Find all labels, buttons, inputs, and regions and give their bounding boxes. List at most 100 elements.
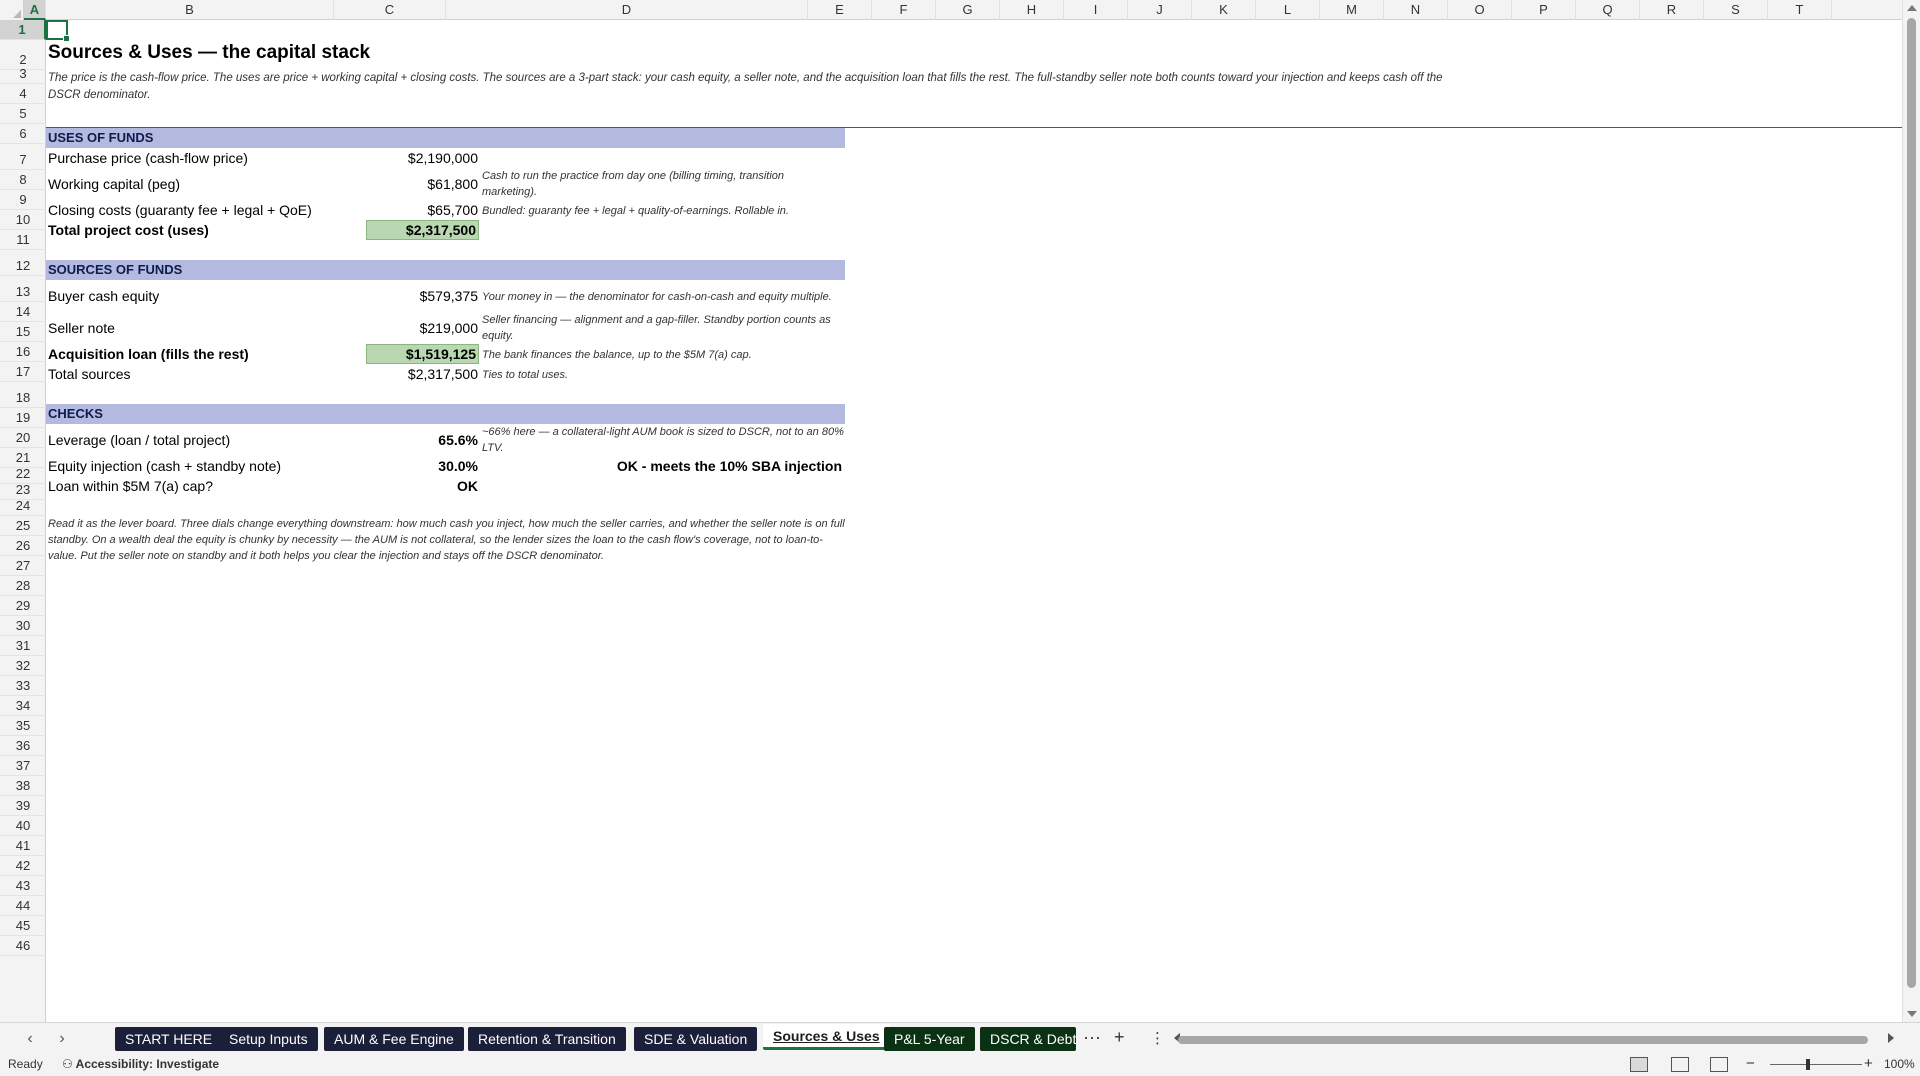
row-header-30[interactable]: 30 bbox=[0, 616, 46, 636]
row-header-8[interactable]: 8 bbox=[0, 170, 46, 190]
normal-view-icon[interactable] bbox=[1630, 1057, 1648, 1072]
row-header-12[interactable]: 12 bbox=[0, 250, 46, 276]
tab-aum-fee-engine[interactable]: AUM & Fee Engine bbox=[324, 1027, 464, 1051]
row-header-4[interactable]: 4 bbox=[0, 84, 46, 104]
row-header-27[interactable]: 27 bbox=[0, 556, 46, 576]
column-header-r[interactable]: R bbox=[1640, 0, 1704, 20]
row-header-25[interactable]: 25 bbox=[0, 516, 46, 536]
row-header-24[interactable]: 24 bbox=[0, 498, 46, 516]
equity-injection-value[interactable]: 30.0% bbox=[366, 458, 478, 474]
tab-sde-valuation[interactable]: SDE & Valuation bbox=[634, 1027, 758, 1051]
row-header-9[interactable]: 9 bbox=[0, 190, 46, 210]
row-header-31[interactable]: 31 bbox=[0, 636, 46, 656]
row-header-32[interactable]: 32 bbox=[0, 656, 46, 676]
leverage-value[interactable]: 65.6% bbox=[366, 432, 478, 448]
column-header-a[interactable]: A bbox=[24, 0, 46, 20]
zoom-in-icon[interactable]: + bbox=[1864, 1055, 1873, 1072]
zoom-out-icon[interactable]: − bbox=[1746, 1055, 1755, 1072]
row-header-37[interactable]: 37 bbox=[0, 756, 46, 776]
worksheet-grid[interactable]: Sources & Uses — the capital stack The p… bbox=[46, 20, 1902, 1022]
row-header-11[interactable]: 11 bbox=[0, 230, 46, 250]
zoom-level[interactable]: 100% bbox=[1884, 1057, 1915, 1071]
vertical-scrollbar[interactable] bbox=[1902, 0, 1920, 1022]
column-header-j[interactable]: J bbox=[1128, 0, 1192, 20]
tab-retention-transition[interactable]: Retention & Transition bbox=[468, 1027, 626, 1051]
row-header-36[interactable]: 36 bbox=[0, 736, 46, 756]
more-tabs-icon[interactable]: ··· bbox=[1083, 1027, 1101, 1048]
zoom-slider[interactable] bbox=[1770, 1064, 1862, 1065]
column-header-l[interactable]: L bbox=[1256, 0, 1320, 20]
column-header-d[interactable]: D bbox=[446, 0, 808, 20]
tab-dscr-debt[interactable]: DSCR & Debt bbox=[980, 1027, 1076, 1051]
row-header-46[interactable]: 46 bbox=[0, 936, 46, 956]
row-header-13[interactable]: 13 bbox=[0, 276, 46, 302]
tab-scroll-left-icon[interactable]: ‹ bbox=[20, 1029, 40, 1049]
row-header-28[interactable]: 28 bbox=[0, 576, 46, 596]
row-header-33[interactable]: 33 bbox=[0, 676, 46, 696]
column-header-n[interactable]: N bbox=[1384, 0, 1448, 20]
row-header-18[interactable]: 18 bbox=[0, 382, 46, 408]
row-header-5[interactable]: 5 bbox=[0, 104, 46, 124]
tab-pl-5-year[interactable]: P&L 5-Year bbox=[884, 1027, 975, 1051]
row-header-41[interactable]: 41 bbox=[0, 836, 46, 856]
buyer-equity-value[interactable]: $579,375 bbox=[366, 288, 478, 304]
column-header-p[interactable]: P bbox=[1512, 0, 1576, 20]
row-header-42[interactable]: 42 bbox=[0, 856, 46, 876]
row-header-21[interactable]: 21 bbox=[0, 448, 46, 468]
select-all-button[interactable] bbox=[0, 0, 24, 20]
row-header-40[interactable]: 40 bbox=[0, 816, 46, 836]
column-header-b[interactable]: B bbox=[46, 0, 334, 20]
column-header-o[interactable]: O bbox=[1448, 0, 1512, 20]
row-header-39[interactable]: 39 bbox=[0, 796, 46, 816]
scroll-down-icon[interactable] bbox=[1907, 1011, 1917, 1017]
vertical-scroll-thumb[interactable] bbox=[1907, 18, 1916, 988]
column-header-t[interactable]: T bbox=[1768, 0, 1832, 20]
working-capital-value[interactable]: $61,800 bbox=[366, 176, 478, 192]
column-header-f[interactable]: F bbox=[872, 0, 936, 20]
hscroll-right-icon[interactable] bbox=[1888, 1033, 1894, 1043]
row-header-14[interactable]: 14 bbox=[0, 302, 46, 322]
column-header-c[interactable]: C bbox=[334, 0, 446, 20]
row-header-1[interactable]: 1 bbox=[0, 20, 46, 40]
tab-start-here[interactable]: START HERE bbox=[115, 1027, 223, 1051]
sheet-menu-icon[interactable]: ⋮ bbox=[1150, 1029, 1165, 1047]
tab-setup-inputs[interactable]: Setup Inputs bbox=[219, 1027, 318, 1051]
row-header-44[interactable]: 44 bbox=[0, 896, 46, 916]
horizontal-scroll-thumb[interactable] bbox=[1178, 1036, 1868, 1044]
row-header-20[interactable]: 20 bbox=[0, 428, 46, 448]
zoom-slider-knob[interactable] bbox=[1806, 1059, 1810, 1070]
column-header-k[interactable]: K bbox=[1192, 0, 1256, 20]
column-header-q[interactable]: Q bbox=[1576, 0, 1640, 20]
total-uses-value[interactable]: $2,317,500 bbox=[366, 220, 479, 240]
column-header-i[interactable]: I bbox=[1064, 0, 1128, 20]
seller-note-value[interactable]: $219,000 bbox=[366, 320, 478, 336]
total-sources-value[interactable]: $2,317,500 bbox=[366, 366, 478, 382]
acquisition-loan-value[interactable]: $1,519,125 bbox=[366, 344, 479, 364]
row-header-17[interactable]: 17 bbox=[0, 362, 46, 382]
closing-costs-value[interactable]: $65,700 bbox=[366, 202, 478, 218]
row-header-26[interactable]: 26 bbox=[0, 536, 46, 556]
row-header-7[interactable]: 7 bbox=[0, 144, 46, 170]
equity-injection-status[interactable]: OK - meets the 10% SBA injection bbox=[482, 458, 842, 474]
tab-scroll-right-icon[interactable]: › bbox=[52, 1029, 72, 1049]
row-header-35[interactable]: 35 bbox=[0, 716, 46, 736]
row-header-45[interactable]: 45 bbox=[0, 916, 46, 936]
page-break-view-icon[interactable] bbox=[1710, 1057, 1728, 1072]
column-header-g[interactable]: G bbox=[936, 0, 1000, 20]
loan-cap-value[interactable]: OK bbox=[366, 478, 478, 494]
row-header-29[interactable]: 29 bbox=[0, 596, 46, 616]
page-layout-view-icon[interactable] bbox=[1671, 1057, 1689, 1072]
row-header-10[interactable]: 10 bbox=[0, 210, 46, 230]
column-header-h[interactable]: H bbox=[1000, 0, 1064, 20]
row-header-15[interactable]: 15 bbox=[0, 322, 46, 342]
row-header-16[interactable]: 16 bbox=[0, 342, 46, 362]
row-header-38[interactable]: 38 bbox=[0, 776, 46, 796]
tab-sources-uses[interactable]: Sources & Uses bbox=[763, 1024, 890, 1050]
purchase-price-value[interactable]: $2,190,000 bbox=[366, 150, 478, 166]
column-header-e[interactable]: E bbox=[808, 0, 872, 20]
active-cell-a1[interactable] bbox=[46, 20, 70, 42]
row-header-6[interactable]: 6 bbox=[0, 124, 46, 144]
column-header-s[interactable]: S bbox=[1704, 0, 1768, 20]
column-header-m[interactable]: M bbox=[1320, 0, 1384, 20]
add-sheet-icon[interactable]: + bbox=[1114, 1027, 1125, 1048]
